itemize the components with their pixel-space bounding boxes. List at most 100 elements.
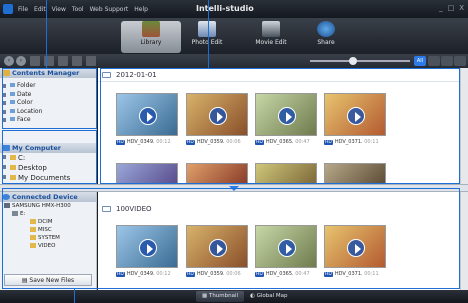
connected-device-panel: Connected Device SAMSUNG HMX-H300 E: DCI… bbox=[0, 192, 97, 290]
hd-badge: HD bbox=[255, 140, 264, 145]
callout-line bbox=[74, 289, 75, 303]
print-icon[interactable] bbox=[58, 56, 68, 66]
back-icon[interactable]: ‹ bbox=[4, 56, 14, 66]
video-thumbnail[interactable] bbox=[324, 93, 386, 136]
share-icon bbox=[317, 21, 335, 37]
maximize-button[interactable]: □ bbox=[448, 4, 455, 12]
menu-help[interactable]: Help bbox=[134, 6, 148, 13]
device-item[interactable]: SAMSUNG HMX-H300 bbox=[0, 202, 96, 210]
folder-item-dcim[interactable]: DCIM bbox=[0, 218, 96, 226]
minimize-button[interactable]: _ bbox=[439, 4, 443, 12]
play-icon[interactable] bbox=[347, 239, 365, 257]
expand-icon[interactable] bbox=[2, 109, 6, 114]
color-icon bbox=[10, 100, 15, 104]
expand-icon[interactable] bbox=[2, 92, 6, 97]
contents-manager-header[interactable]: Contents Manager bbox=[0, 68, 96, 78]
mc-item-label: My Documents bbox=[18, 173, 71, 182]
video-caption: HD HDV_0371. 00:11 bbox=[324, 271, 379, 277]
video-thumbnail[interactable] bbox=[255, 93, 317, 136]
video-thumbnail[interactable] bbox=[255, 225, 317, 268]
cm-item-color[interactable]: Color bbox=[0, 99, 96, 108]
expand-icon[interactable] bbox=[2, 118, 6, 122]
folder-group-header[interactable]: 100VIDEO bbox=[98, 202, 460, 216]
location-icon bbox=[10, 108, 15, 113]
mode-library-button[interactable]: Library bbox=[121, 21, 181, 53]
menu-web-support[interactable]: Web Support bbox=[90, 6, 129, 13]
cm-item-location[interactable]: Location bbox=[0, 108, 96, 117]
mc-item-label: C: bbox=[18, 153, 26, 162]
video-thumbnail[interactable] bbox=[255, 163, 317, 184]
video-thumbnail[interactable] bbox=[116, 163, 178, 184]
mc-item-desktop[interactable]: Desktop bbox=[0, 163, 96, 173]
menu-tool[interactable]: Tool bbox=[72, 6, 84, 13]
folder-item-system[interactable]: SYSTEM bbox=[0, 234, 96, 242]
video-thumbnail[interactable] bbox=[186, 93, 248, 136]
my-computer-list: C: Desktop My Documents bbox=[0, 153, 96, 183]
folder-item-misc[interactable]: MISC bbox=[0, 226, 96, 234]
cm-item-date[interactable]: Date bbox=[0, 91, 96, 100]
filter-audio-icon[interactable] bbox=[454, 56, 466, 66]
play-icon[interactable] bbox=[278, 107, 296, 125]
drive-icon bbox=[10, 155, 16, 160]
expand-icon[interactable] bbox=[2, 164, 6, 169]
video-thumbnail[interactable] bbox=[186, 163, 248, 184]
zoom-slider-knob[interactable] bbox=[348, 57, 357, 65]
library-scrollbar[interactable] bbox=[460, 68, 468, 184]
mc-item-c-drive[interactable]: C: bbox=[0, 153, 96, 163]
hd-badge: HD bbox=[186, 140, 195, 145]
video-caption: HD HDV_0365. 00:47 bbox=[255, 139, 310, 145]
mc-item-label: Desktop bbox=[18, 163, 47, 172]
video-thumbnail[interactable] bbox=[186, 225, 248, 268]
refresh-icon[interactable] bbox=[86, 56, 96, 66]
date-group-header[interactable]: 2012-01-01 bbox=[98, 68, 460, 82]
expand-icon[interactable] bbox=[2, 101, 6, 105]
my-computer-header[interactable]: My Computer bbox=[0, 142, 96, 153]
expand-icon[interactable] bbox=[2, 154, 6, 159]
cm-item-folder[interactable]: Folder bbox=[0, 82, 96, 91]
forward-icon[interactable]: › bbox=[16, 56, 26, 66]
tab-thumbnail[interactable]: ▦ Thumbnail bbox=[196, 291, 245, 302]
mode-share-button[interactable]: Share bbox=[296, 21, 356, 53]
select-icon[interactable] bbox=[30, 56, 40, 66]
callout-line bbox=[46, 0, 47, 68]
contents-manager-list: Folder Date Color Location Face bbox=[0, 78, 96, 125]
menu-file[interactable]: File bbox=[18, 6, 28, 13]
video-thumbnail[interactable] bbox=[116, 93, 178, 136]
play-icon[interactable] bbox=[209, 239, 227, 257]
expand-icon[interactable] bbox=[2, 84, 6, 88]
video-thumbnail[interactable] bbox=[116, 225, 178, 268]
copy-icon[interactable] bbox=[72, 56, 82, 66]
menu-view[interactable]: View bbox=[52, 6, 66, 13]
play-icon[interactable] bbox=[347, 107, 365, 125]
mode-photo-edit-button[interactable]: Photo Edit bbox=[177, 21, 237, 53]
play-icon[interactable] bbox=[139, 107, 157, 125]
cm-item-face[interactable]: Face bbox=[0, 116, 96, 125]
connected-device-header[interactable]: Connected Device bbox=[0, 192, 96, 202]
folder-item-video[interactable]: VIDEO bbox=[0, 242, 96, 250]
play-icon[interactable] bbox=[209, 107, 227, 125]
menu-edit[interactable]: Edit bbox=[34, 6, 46, 13]
close-button[interactable]: X bbox=[459, 4, 464, 12]
panel-splitter[interactable] bbox=[0, 184, 468, 192]
video-filename: HDV_0371. bbox=[334, 271, 363, 277]
device-icon bbox=[2, 194, 10, 200]
zoom-slider[interactable] bbox=[310, 57, 410, 65]
tab-global-map[interactable]: ◐ Global Map bbox=[244, 291, 293, 302]
mc-item-my-documents[interactable]: My Documents bbox=[0, 173, 96, 183]
contents-manager-title: Contents Manager bbox=[12, 69, 80, 77]
filter-all-button[interactable]: All bbox=[414, 56, 426, 66]
play-icon[interactable] bbox=[139, 239, 157, 257]
play-icon[interactable] bbox=[278, 239, 296, 257]
drive-item[interactable]: E: bbox=[0, 210, 96, 218]
mode-movie-edit-button[interactable]: Movie Edit bbox=[241, 21, 301, 53]
save-new-files-button[interactable]: ▤ Save New Files bbox=[4, 274, 92, 286]
collapse-arrow-icon[interactable] bbox=[229, 186, 239, 191]
hd-badge: HD bbox=[324, 272, 333, 277]
filter-photo-icon[interactable] bbox=[428, 56, 440, 66]
video-thumbnail[interactable] bbox=[324, 163, 386, 184]
device-scrollbar[interactable] bbox=[460, 192, 468, 290]
filter-video-icon[interactable] bbox=[441, 56, 453, 66]
video-filename: HDV_0365. bbox=[265, 271, 294, 277]
expand-icon[interactable] bbox=[2, 174, 6, 179]
video-thumbnail[interactable] bbox=[324, 225, 386, 268]
